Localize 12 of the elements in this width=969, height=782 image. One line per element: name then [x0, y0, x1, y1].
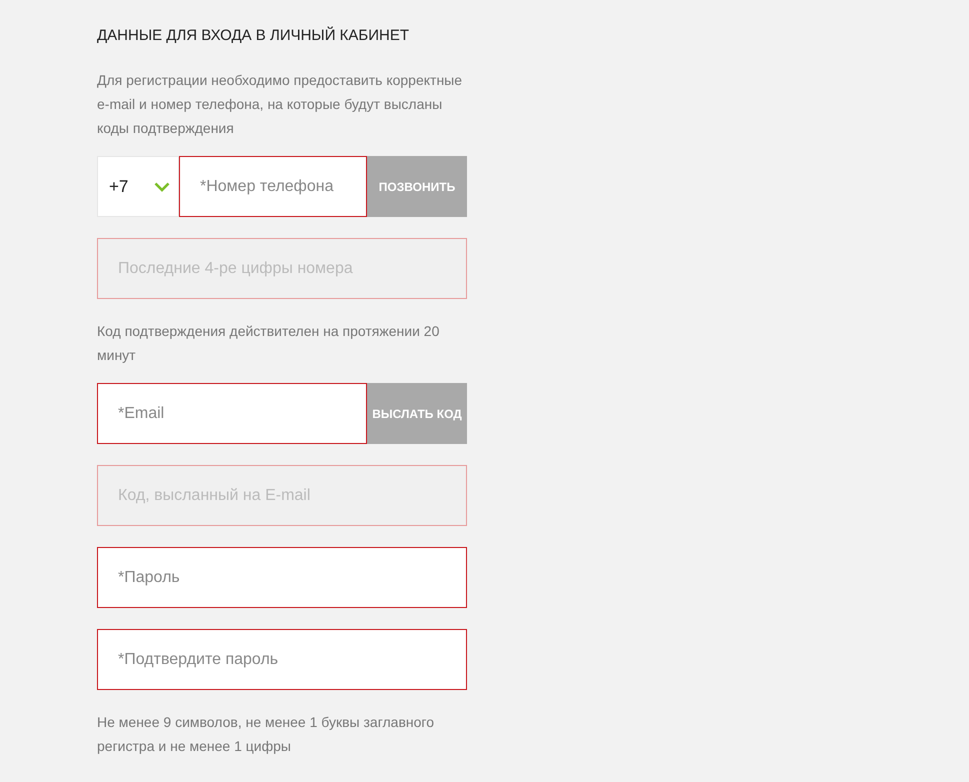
input-field[interactable]: *Пароль [97, 547, 467, 608]
info-text: Для регистрации необходимо предоставить корректные e-mail и номер телефона, на которые будут высланы коды подтверждения [97, 71, 464, 138]
email-input[interactable]: *Email [97, 383, 367, 444]
call-button[interactable]: ПОЗВОНИТЬ [367, 156, 467, 217]
info-text: Код подтверждения действителен на протяжении 20 минут [97, 322, 440, 365]
chevron-icon [154, 182, 170, 192]
country-code-select[interactable]: +7 [97, 156, 179, 217]
send-code-button[interactable]: ВЫСЛАТЬ КОД [367, 383, 467, 444]
input-field[interactable]: *Подтвердите пароль [97, 629, 467, 690]
phone-input[interactable]: *Номер телефона [179, 156, 367, 217]
info-text: Не менее 9 символов, не менее 1 буквы заглавного регистра и не менее 1 цифры [97, 713, 436, 756]
section-title: ДАННЫЕ ДЛЯ ВХОДА В ЛИЧНЫЙ КАБИНЕТ [97, 26, 410, 46]
